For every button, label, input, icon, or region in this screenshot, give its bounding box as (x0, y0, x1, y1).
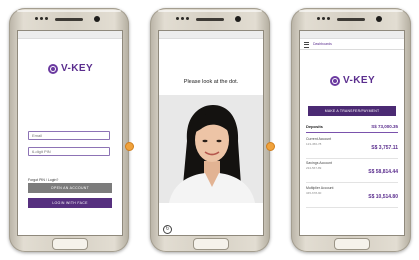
front-camera-icon (376, 16, 382, 22)
section-divider (306, 132, 398, 133)
account-row[interactable]: Multiplier Account 345-678-90 S$ 10,514.… (306, 186, 398, 208)
speaker-grille (196, 18, 224, 21)
account-row[interactable]: Current Account 123-456-78 S$ 3,757.11 (306, 137, 398, 159)
switch-camera-icon[interactable]: ↻ (163, 225, 172, 234)
account-number: 234-567-89 (306, 166, 322, 170)
hamburger-menu-icon[interactable] (304, 42, 309, 48)
vkey-logo-text: V-KEY (61, 63, 94, 74)
top-bar-title: Dashboards (313, 42, 332, 46)
status-bar (300, 31, 404, 39)
face-instruction: Please look at the dot. (183, 79, 239, 85)
home-button[interactable] (193, 238, 229, 250)
vkey-logo-icon (48, 63, 58, 74)
deposits-total: S$ 73,000.35 (371, 124, 398, 129)
account-name: Multiplier Account (306, 186, 334, 190)
account-number: 123-456-78 (306, 142, 322, 146)
account-balance: S$ 58,814.44 (368, 169, 398, 175)
open-account-button[interactable]: OPEN AN ACCOUNT (28, 183, 112, 193)
face-scan-screen: Please look at the dot. ↻ (158, 30, 264, 236)
account-name: Current Account (306, 137, 332, 141)
home-button[interactable] (52, 238, 88, 250)
dashboard-screen: Dashboards V-KEY MAKE A TRANSFER/PAYMENT… (299, 30, 405, 236)
speaker-grille (55, 18, 83, 21)
connector-dot-icon (266, 142, 275, 151)
status-bar (18, 31, 122, 39)
connector-dot-icon (125, 142, 134, 151)
face-portrait-image (159, 95, 263, 203)
account-balance: S$ 3,757.11 (371, 145, 398, 151)
speaker-grille (337, 18, 365, 21)
forgot-pin-link[interactable]: Forgot PIN / Login? (28, 178, 58, 182)
email-field[interactable] (28, 131, 110, 140)
earpiece-dots (176, 17, 192, 22)
status-bar (159, 31, 263, 39)
front-camera-icon (94, 16, 100, 22)
phone-face-scan: Please look at the dot. ↻ (150, 8, 270, 252)
vkey-logo-text: V-KEY (343, 75, 376, 86)
phone-login: V-KEY Forgot PIN / Login? OPEN AN ACCOUN… (9, 8, 129, 252)
earpiece-dots (317, 17, 333, 22)
pin-field[interactable] (28, 147, 110, 156)
earpiece-dots (35, 17, 51, 22)
row-divider (306, 207, 398, 208)
transfer-payment-button[interactable]: MAKE A TRANSFER/PAYMENT (308, 106, 396, 116)
home-button[interactable] (334, 238, 370, 250)
vkey-logo-icon (330, 75, 340, 86)
login-screen: V-KEY Forgot PIN / Login? OPEN AN ACCOUN… (17, 30, 123, 236)
app-top-bar: Dashboards (300, 39, 404, 50)
front-camera-icon (235, 16, 241, 22)
vkey-logo: V-KEY (330, 75, 375, 86)
camera-preview (159, 95, 263, 203)
row-divider (306, 158, 398, 159)
row-divider (306, 182, 398, 183)
login-with-face-button[interactable]: LOGIN WITH FACE (28, 198, 112, 208)
account-row[interactable]: Savings Account 234-567-89 S$ 58,814.44 (306, 161, 398, 183)
account-balance: S$ 10,514.80 (368, 194, 398, 200)
account-number: 345-678-90 (306, 191, 322, 195)
vkey-logo: V-KEY (48, 63, 93, 74)
deposits-heading: Deposits (306, 124, 323, 129)
phone-dashboard: Dashboards V-KEY MAKE A TRANSFER/PAYMENT… (291, 8, 411, 252)
account-name: Savings Account (306, 161, 332, 165)
